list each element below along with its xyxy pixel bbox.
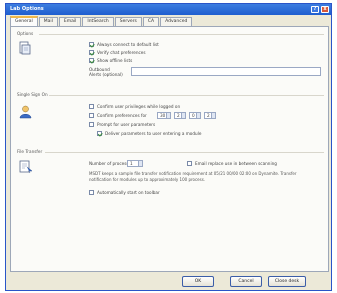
general-section-label: Options: [17, 31, 34, 36]
checkbox[interactable]: [89, 122, 94, 127]
checkbox[interactable]: [89, 113, 94, 118]
option-label: Verify chat preferences: [97, 50, 146, 55]
option-email-replace[interactable]: Email replace use in between scanning: [187, 161, 277, 166]
user-icon: [19, 105, 32, 119]
time-spin-4[interactable]: 2: [204, 112, 216, 119]
document-icon: [19, 41, 31, 55]
process-count-spin[interactable]: 1: [127, 160, 143, 167]
file-transfer-section-label: File Transfer: [17, 149, 43, 154]
option-auto-start[interactable]: Automatically start on toolbar: [89, 190, 160, 195]
tab-mail[interactable]: Mail: [38, 17, 58, 26]
option-show-offline[interactable]: Show offline lists: [89, 58, 132, 63]
option-label: Confirm preferences for: [97, 113, 147, 118]
options-dialog: Lab Options ? x General Mail Email IntSe…: [5, 3, 332, 291]
tab-intsearch[interactable]: IntSearch: [82, 17, 114, 26]
tab-general[interactable]: General: [10, 16, 38, 26]
option-verify-chat[interactable]: Verify chat preferences: [89, 50, 146, 55]
option-label: Automatically start on toolbar: [97, 190, 160, 195]
option-label: Always connect to default list: [97, 42, 159, 47]
sso-section-label: Single Sign On: [17, 92, 48, 97]
close-desk-button[interactable]: Close desk: [268, 276, 306, 287]
tab-strip: General Mail Email IntSearch Servers CA …: [10, 16, 193, 26]
section-divider: [49, 95, 324, 96]
tab-email[interactable]: Email: [58, 17, 82, 26]
outbound-input[interactable]: [131, 67, 321, 76]
checkbox[interactable]: [187, 161, 192, 166]
section-divider: [45, 152, 324, 153]
option-prompt-parameters[interactable]: Prompt for user parameters: [89, 122, 155, 127]
option-always-connect[interactable]: Always connect to default list: [89, 42, 159, 47]
option-deliver-parameters[interactable]: Deliver parameters to user entering a mo…: [97, 131, 201, 136]
time-spin-3[interactable]: 0: [189, 112, 201, 119]
checkbox[interactable]: [89, 104, 94, 109]
tab-ca[interactable]: CA: [142, 17, 160, 26]
checkbox[interactable]: [89, 190, 94, 195]
close-button[interactable]: x: [321, 6, 329, 13]
option-label: Confirm user privileges while logged on: [97, 104, 181, 109]
tab-servers[interactable]: Servers: [114, 17, 142, 26]
tab-advanced[interactable]: Advanced: [160, 17, 193, 26]
option-label: Prompt for user parameters: [97, 122, 156, 127]
option-confirm-privileges[interactable]: Confirm user privileges while logged on: [89, 104, 180, 109]
transfer-note: MSDT keeps a sample file transfer notifi…: [89, 171, 297, 182]
tab-panel-general: Options Always connect to default list V…: [10, 26, 329, 272]
time-spin-2[interactable]: 2: [174, 112, 186, 119]
checkbox[interactable]: [89, 42, 94, 47]
ok-button[interactable]: OK: [182, 276, 214, 287]
count-label: Number of process: [89, 161, 129, 166]
option-label: Deliver parameters to user entering a mo…: [105, 131, 202, 136]
count-label-text: Number of process: [89, 161, 129, 166]
checkbox[interactable]: [97, 131, 102, 136]
option-label: Show offline lists: [97, 58, 133, 63]
help-button[interactable]: ?: [311, 6, 319, 13]
option-label: Email replace use in between scanning: [195, 161, 277, 166]
checkbox[interactable]: [89, 58, 94, 63]
section-divider: [39, 34, 324, 35]
time-spin-1[interactable]: 30: [157, 112, 171, 119]
field-label-alerts: Alerts (optional): [89, 72, 123, 77]
title-bar: Lab Options ? x: [6, 4, 331, 15]
window-title: Lab Options: [10, 6, 44, 12]
checkbox[interactable]: [89, 50, 94, 55]
cancel-button[interactable]: Cancel: [230, 276, 262, 287]
field-label: Alerts (optional): [89, 72, 123, 77]
transfer-icon: [19, 160, 33, 173]
option-confirm-preferences[interactable]: Confirm preferences for: [89, 113, 147, 118]
